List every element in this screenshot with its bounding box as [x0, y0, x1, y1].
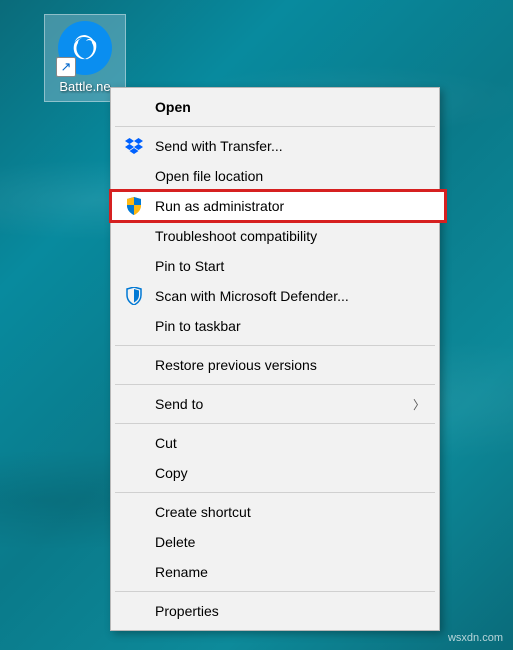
dropbox-icon [123, 135, 145, 157]
menu-open-file-location[interactable]: Open file location [113, 161, 437, 191]
menu-pin-to-taskbar[interactable]: Pin to taskbar [113, 311, 437, 341]
menu-label: Run as administrator [155, 198, 425, 214]
menu-separator [115, 345, 435, 346]
menu-label: Pin to taskbar [155, 318, 417, 334]
menu-run-as-administrator[interactable]: Run as administrator [111, 191, 445, 221]
menu-label: Send to [155, 396, 417, 412]
menu-rename[interactable]: Rename [113, 557, 437, 587]
menu-open[interactable]: Open [113, 92, 437, 122]
menu-separator [115, 126, 435, 127]
menu-label: Open [155, 99, 417, 115]
battlenet-icon: ↗ [58, 21, 112, 75]
uac-shield-icon [123, 195, 145, 217]
menu-label: Create shortcut [155, 504, 417, 520]
menu-separator [115, 591, 435, 592]
menu-separator [115, 384, 435, 385]
chevron-right-icon: 〉 [413, 396, 425, 413]
menu-copy[interactable]: Copy [113, 458, 437, 488]
menu-separator [115, 492, 435, 493]
menu-create-shortcut[interactable]: Create shortcut [113, 497, 437, 527]
shortcut-overlay-icon: ↗ [56, 57, 76, 77]
menu-delete[interactable]: Delete [113, 527, 437, 557]
context-menu: Open Send with Transfer... Open file loc… [110, 87, 440, 631]
menu-cut[interactable]: Cut [113, 428, 437, 458]
desktop-icon-label: Battle.ne [59, 79, 110, 94]
watermark: wsxdn.com [448, 632, 503, 644]
menu-label: Rename [155, 564, 417, 580]
menu-send-with-transfer[interactable]: Send with Transfer... [113, 131, 437, 161]
menu-pin-to-start[interactable]: Pin to Start [113, 251, 437, 281]
menu-label: Delete [155, 534, 417, 550]
menu-label: Troubleshoot compatibility [155, 228, 417, 244]
menu-label: Copy [155, 465, 417, 481]
defender-shield-icon [123, 285, 145, 307]
menu-label: Scan with Microsoft Defender... [155, 288, 417, 304]
menu-scan-defender[interactable]: Scan with Microsoft Defender... [113, 281, 437, 311]
menu-label: Restore previous versions [155, 357, 417, 373]
menu-label: Open file location [155, 168, 417, 184]
menu-troubleshoot-compatibility[interactable]: Troubleshoot compatibility [113, 221, 437, 251]
menu-label: Pin to Start [155, 258, 417, 274]
menu-label: Cut [155, 435, 417, 451]
menu-properties[interactable]: Properties [113, 596, 437, 626]
menu-restore-previous-versions[interactable]: Restore previous versions [113, 350, 437, 380]
menu-separator [115, 423, 435, 424]
menu-send-to[interactable]: Send to 〉 [113, 389, 437, 419]
menu-label: Properties [155, 603, 417, 619]
menu-label: Send with Transfer... [155, 138, 417, 154]
